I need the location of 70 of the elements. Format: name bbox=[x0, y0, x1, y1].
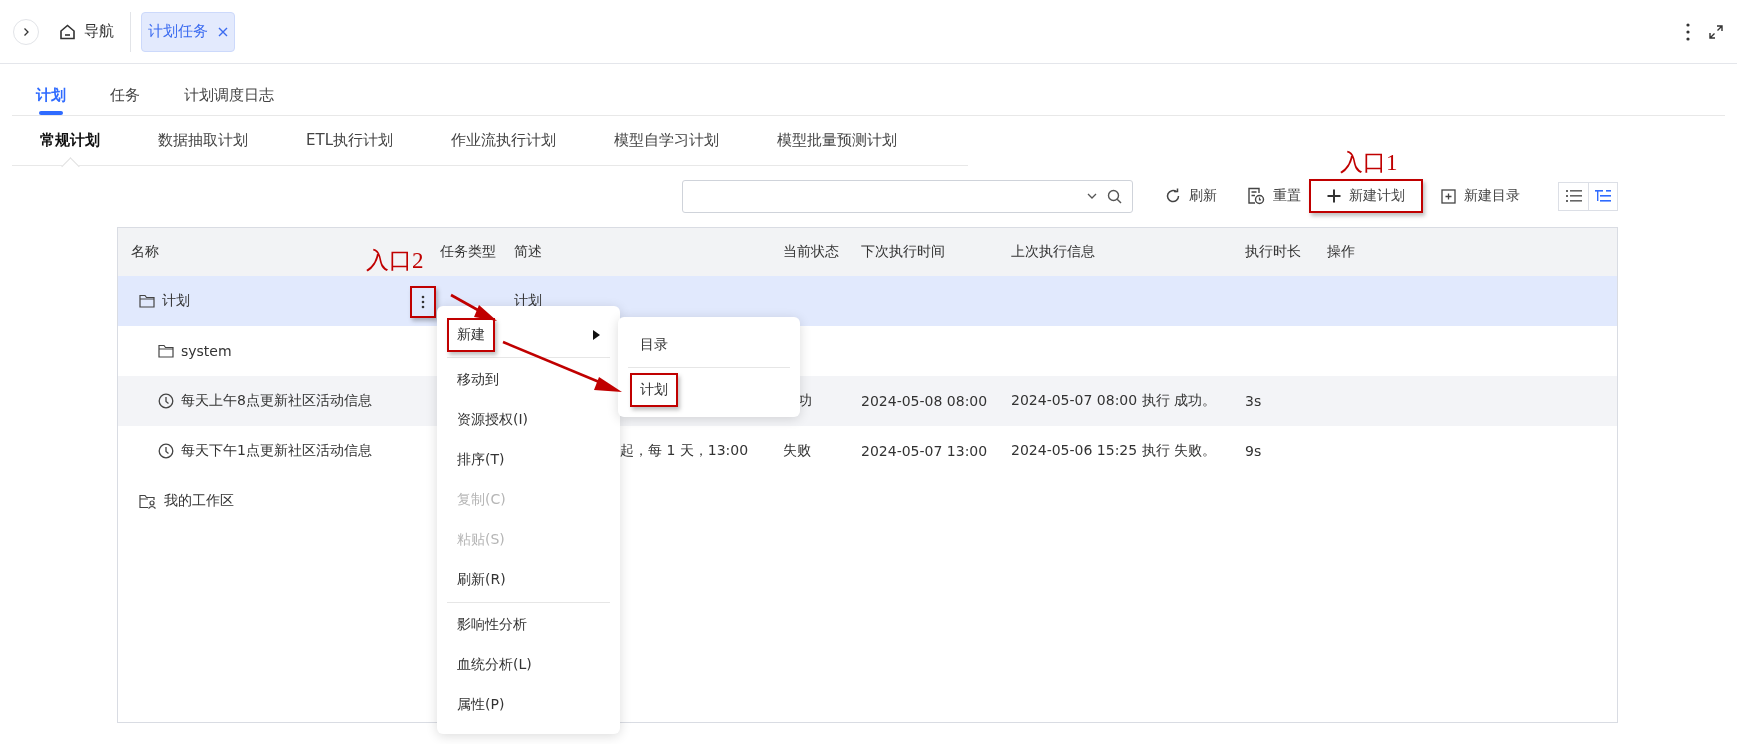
menu-item[interactable]: 计划 bbox=[628, 367, 790, 411]
callout-label: 入口1 bbox=[1340, 149, 1398, 177]
callout-arrow bbox=[450, 293, 497, 321]
toolbar-button[interactable]: 新建目录 bbox=[1429, 179, 1532, 213]
table-cell: 起，每 1 天，13:00 bbox=[620, 442, 749, 460]
refresh-icon bbox=[1165, 188, 1181, 204]
expand-icon[interactable] bbox=[1709, 24, 1723, 39]
folder-icon bbox=[158, 344, 174, 358]
column-header: 上次执行信息 bbox=[1011, 243, 1095, 261]
toolbar-button[interactable]: 刷新 bbox=[1153, 179, 1229, 213]
clock-icon bbox=[158, 443, 174, 459]
subtab[interactable]: 数据抽取计划 bbox=[158, 115, 248, 166]
column-header: 任务类型 bbox=[440, 243, 496, 261]
tab[interactable]: 计划调度日志 bbox=[184, 75, 274, 115]
row-name[interactable]: 我的工作区 bbox=[164, 492, 234, 510]
menu-item[interactable]: 目录 bbox=[628, 323, 790, 367]
table-cell: 2024-05-08 08:00 bbox=[861, 393, 988, 409]
close-icon[interactable] bbox=[218, 26, 228, 37]
menu-item[interactable]: 排序(T) bbox=[447, 440, 610, 480]
menu-item[interactable]: 影响性分析 bbox=[447, 605, 610, 645]
row-more-button[interactable] bbox=[410, 286, 436, 318]
column-header: 名称 bbox=[131, 243, 159, 261]
chevron-right-icon bbox=[21, 26, 31, 37]
search-icon[interactable] bbox=[1107, 188, 1122, 204]
menu-item[interactable]: 资源授权(I) bbox=[447, 400, 610, 440]
table-cell: 2024-05-07 08:00 执行 成功。 bbox=[1011, 392, 1217, 410]
column-header: 当前状态 bbox=[783, 243, 839, 261]
more-icon[interactable] bbox=[1685, 22, 1691, 41]
document-clock-icon bbox=[1247, 187, 1265, 205]
menu-item[interactable]: 移动到 bbox=[447, 360, 610, 400]
row-name[interactable]: 计划 bbox=[162, 292, 190, 310]
subtab[interactable]: 模型自学习计划 bbox=[614, 115, 719, 166]
menu-item[interactable]: 血统分析(L) bbox=[447, 645, 610, 685]
page-tab[interactable]: 计划任务 bbox=[141, 11, 235, 52]
subtab[interactable]: ETL执行计划 bbox=[306, 115, 393, 166]
table-cell: 3s bbox=[1245, 393, 1262, 409]
row-name[interactable]: 每天上午8点更新社区活动信息 bbox=[181, 392, 372, 410]
plus-icon bbox=[1327, 189, 1341, 203]
table-cell: 计划 bbox=[514, 292, 542, 310]
callout-label: 入口2 bbox=[366, 247, 424, 275]
table-cell: 2024-05-06 15:25 执行 失败。 bbox=[1011, 442, 1217, 460]
column-header: 操作 bbox=[1327, 243, 1355, 261]
column-header: 下次执行时间 bbox=[861, 243, 945, 261]
list-icon bbox=[1565, 189, 1582, 203]
subtab[interactable]: 模型批量预测计划 bbox=[777, 115, 897, 166]
nav-link[interactable]: 导航 bbox=[59, 22, 114, 41]
menu-item[interactable]: 刷新(R) bbox=[447, 560, 610, 600]
table-cell: 2024-05-07 13:00 bbox=[861, 443, 988, 459]
toolbar-button[interactable]: 新建计划 bbox=[1309, 179, 1423, 213]
table-cell: 失败 bbox=[783, 442, 811, 460]
table-cell: 功 bbox=[798, 392, 812, 410]
row-name[interactable]: 每天下午1点更新社区活动信息 bbox=[181, 442, 372, 460]
tab[interactable]: 计划 bbox=[36, 75, 66, 115]
tree-icon bbox=[1595, 189, 1611, 203]
menu-item[interactable]: 属性(P) bbox=[447, 685, 610, 725]
search-field[interactable] bbox=[682, 179, 1133, 213]
add-box-icon bbox=[1441, 188, 1456, 204]
clock-icon bbox=[158, 393, 174, 409]
column-header: 执行时长 bbox=[1245, 243, 1301, 261]
row-name[interactable]: system bbox=[181, 343, 232, 359]
folder-user-icon bbox=[139, 493, 157, 509]
home-icon bbox=[59, 23, 76, 40]
caret-down-icon[interactable] bbox=[1087, 193, 1097, 199]
folder-icon bbox=[139, 294, 155, 308]
menu-item[interactable]: 新建 bbox=[447, 315, 610, 355]
table-cell: 9s bbox=[1245, 443, 1262, 459]
more-icon bbox=[421, 295, 425, 309]
subtab[interactable]: 作业流执行计划 bbox=[451, 115, 556, 166]
column-header: 简述 bbox=[514, 243, 542, 261]
tab[interactable]: 任务 bbox=[110, 75, 140, 115]
